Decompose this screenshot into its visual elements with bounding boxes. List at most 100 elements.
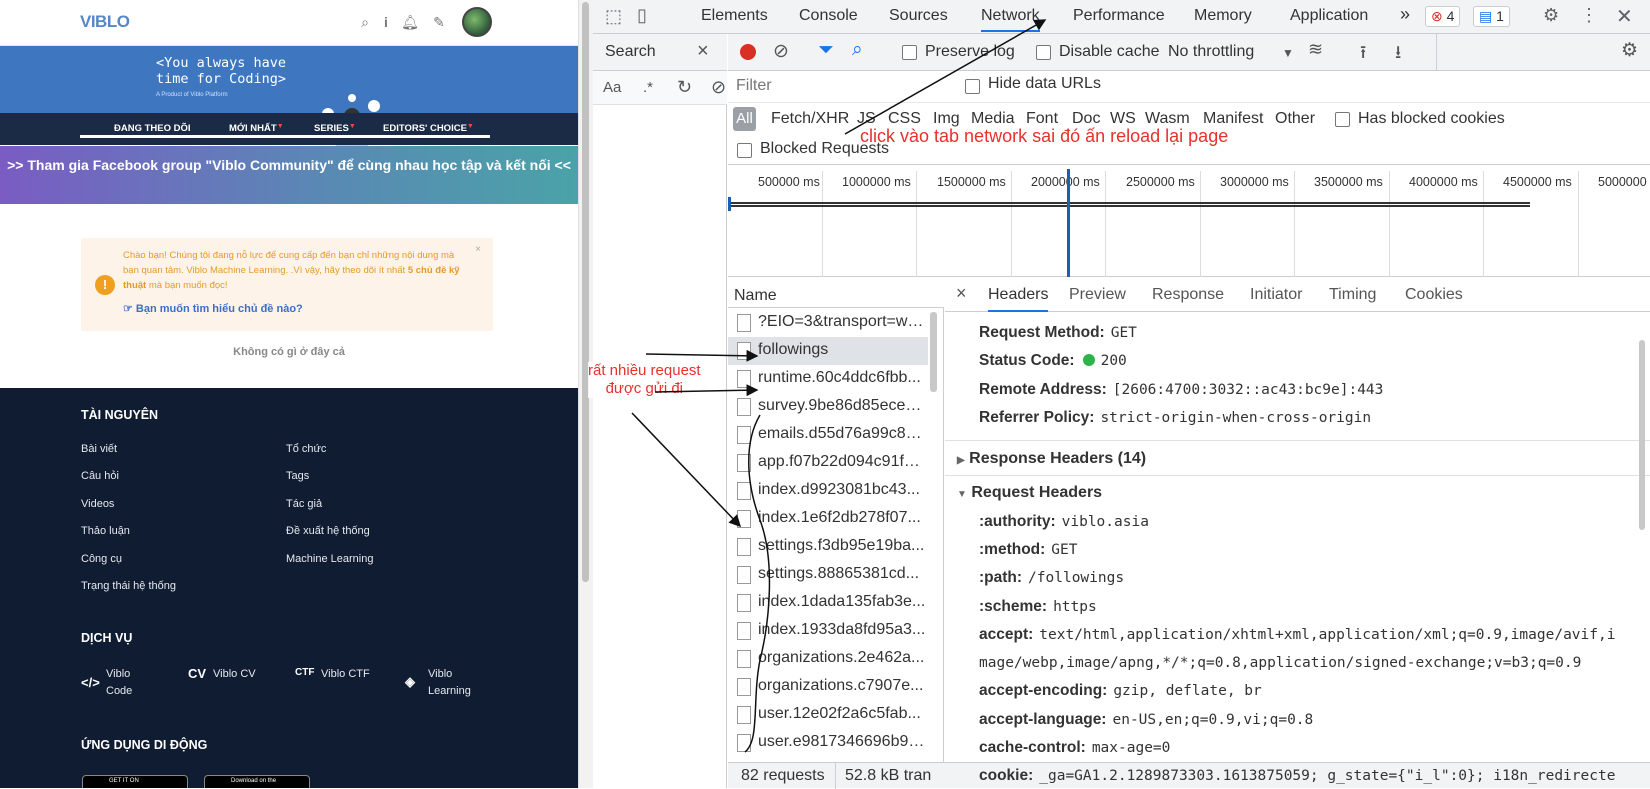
filter-input[interactable]: Filter [732,75,942,97]
blocked-requests-checkbox[interactable] [737,143,752,158]
close-detail-icon[interactable]: × [956,283,967,304]
nav-newest[interactable]: MỚI NHẤT▼ [229,123,284,134]
nav-following[interactable]: ĐANG THEO DÕI [114,123,191,134]
service-viblo-learning[interactable]: Viblo Learning [428,666,471,700]
tab-sources[interactable]: Sources [889,7,948,25]
app-store-badge[interactable]: Download on the [204,775,310,788]
avatar[interactable] [462,7,492,37]
tab-initiator[interactable]: Initiator [1250,286,1302,304]
has-blocked-cookies-checkbox[interactable] [1335,112,1350,127]
nav-series[interactable]: SERIES▼ [314,123,356,134]
close-icon[interactable]: × [475,244,481,255]
tab-performance[interactable]: Performance [1073,7,1165,25]
service-viblo-cv[interactable]: Viblo CV [213,666,256,683]
nav-editors-choice[interactable]: EDITORS' CHOICE▼ [383,123,474,134]
type-filter-fetch-xhr[interactable]: Fetch/XHR [771,110,849,128]
tab-timing[interactable]: Timing [1329,286,1376,304]
request-row[interactable]: app.f07b22d094c91f7... [728,449,928,477]
settings-gear-icon[interactable]: ⚙ [1543,5,1559,26]
bell-icon[interactable]: 🔔︎ [401,13,419,31]
pen-icon[interactable]: ✎ [430,13,448,31]
facebook-group-banner[interactable]: >> Tham gia Facebook group "Viblo Commun… [0,146,578,204]
footer-link[interactable]: Đề xuất hệ thống [286,525,370,537]
regex-toggle[interactable]: .* [643,79,653,96]
inspect-element-icon[interactable]: ⬚ [605,6,622,27]
request-row[interactable]: index.1e6f2db278f07... [728,505,928,533]
request-row[interactable]: organizations.c7907e... [728,673,928,701]
clear-log-icon[interactable]: ⊘ [773,40,789,63]
footer-link[interactable]: Machine Learning [286,553,373,565]
disable-cache-checkbox[interactable] [1036,45,1051,60]
close-devtools-icon[interactable]: ✕ [1616,4,1633,29]
google-play-badge[interactable]: GET IT ON [82,775,188,788]
footer-link[interactable]: Tác giả [286,498,322,510]
hide-data-urls-checkbox[interactable] [965,79,980,94]
request-row[interactable]: organizations.2e462a... [728,645,928,673]
tab-preview[interactable]: Preview [1069,286,1126,304]
tab-console[interactable]: Console [799,7,858,25]
search-icon[interactable]: ⌕ [852,39,863,61]
tab-elements[interactable]: Elements [701,7,768,25]
export-har-icon[interactable]: ⭳ [1395,40,1401,70]
filter-icon[interactable]: ⏷ [818,39,834,62]
request-row-selected[interactable]: followings [728,337,928,365]
footer-link[interactable]: Trạng thái hệ thống [81,580,176,592]
request-row[interactable]: settings.f3db95e19ba... [728,533,928,561]
request-row[interactable]: ?EIO=3&transport=websocket [728,309,928,337]
clear-icon[interactable]: ⊘ [711,77,726,98]
footer-link[interactable]: Bài viết [81,443,117,455]
tab-response[interactable]: Response [1152,286,1224,304]
tab-headers[interactable]: Headers [988,286,1049,312]
chevron-down-icon[interactable]: ▼ [1282,46,1294,60]
request-row[interactable]: user.12e02f2a6c5fab... [728,701,928,729]
response-headers-section[interactable]: ▶ Response Headers (14) [957,450,1146,468]
viblo-logo[interactable]: VIBLO [80,12,130,32]
coding-banner[interactable]: <You always have time for Coding> A Prod… [0,46,578,150]
request-headers-section[interactable]: ▼ Request Headers [957,484,1102,502]
error-badge[interactable]: ⊗ 4 [1425,6,1461,27]
request-row[interactable]: index.d9923081bc43... [728,477,928,505]
footer-link[interactable]: Tags [286,470,309,482]
request-row[interactable]: emails.d55d76a99c8e... [728,421,928,449]
type-filter-all[interactable]: All [733,107,756,131]
close-search-icon[interactable]: × [697,40,709,63]
request-row[interactable]: user.e9817346696b93... [728,729,928,753]
detail-scrollbar[interactable] [1639,340,1645,530]
footer-link[interactable]: Videos [81,498,114,510]
request-row[interactable]: settings.88865381cd... [728,561,928,589]
throttling-select[interactable]: No throttling [1168,43,1254,61]
request-row[interactable]: survey.9be86d85eced... [728,393,928,421]
network-conditions-icon[interactable]: ≋ [1308,39,1323,60]
refresh-icon[interactable]: ↻ [677,77,692,98]
kebab-menu-icon[interactable]: ⋮ [1580,5,1598,26]
tab-application[interactable]: Application [1290,7,1368,25]
preserve-log-checkbox[interactable] [902,45,917,60]
footer-link[interactable]: Thảo luận [81,525,130,537]
topics-link[interactable]: ☞ Bạn muốn tìm hiểu chủ đề nào? [123,302,303,315]
request-row[interactable]: index.1933da8fd95a3... [728,617,928,645]
import-har-icon[interactable]: ⭱ [1360,40,1366,70]
request-row[interactable]: index.1dada135fab3e... [728,589,928,617]
footer-link[interactable]: Câu hỏi [81,470,119,482]
network-settings-icon[interactable]: ⚙ [1621,39,1638,62]
type-filter-other[interactable]: Other [1275,110,1315,128]
service-viblo-ctf[interactable]: Viblo CTF [321,666,370,683]
service-viblo-code[interactable]: Viblo Code [106,666,132,700]
match-case-toggle[interactable]: Aa [603,79,621,96]
more-tabs-icon[interactable]: » [1400,4,1410,25]
search-icon[interactable]: ⌕ [356,13,374,31]
record-icon[interactable] [740,44,756,60]
request-list-header[interactable]: Name [728,278,944,308]
footer-link[interactable]: Tổ chức [286,443,326,455]
info-icon[interactable]: i [377,13,395,31]
message-badge[interactable]: ▤ 1 [1473,6,1510,27]
network-overview-timeline[interactable]: 500000 ms 1000000 ms 1500000 ms 2000000 … [728,165,1650,277]
device-toolbar-icon[interactable]: ▯ [637,5,647,26]
footer-link[interactable]: Công cụ [81,553,122,565]
request-row[interactable]: runtime.60c4ddc6fbb... [728,365,928,393]
request-list-scrollbar[interactable] [930,312,937,392]
page-scrollbar-thumb[interactable] [582,2,589,582]
tab-memory[interactable]: Memory [1194,7,1252,25]
tab-cookies[interactable]: Cookies [1405,286,1463,304]
tab-network[interactable]: Network [981,7,1040,32]
